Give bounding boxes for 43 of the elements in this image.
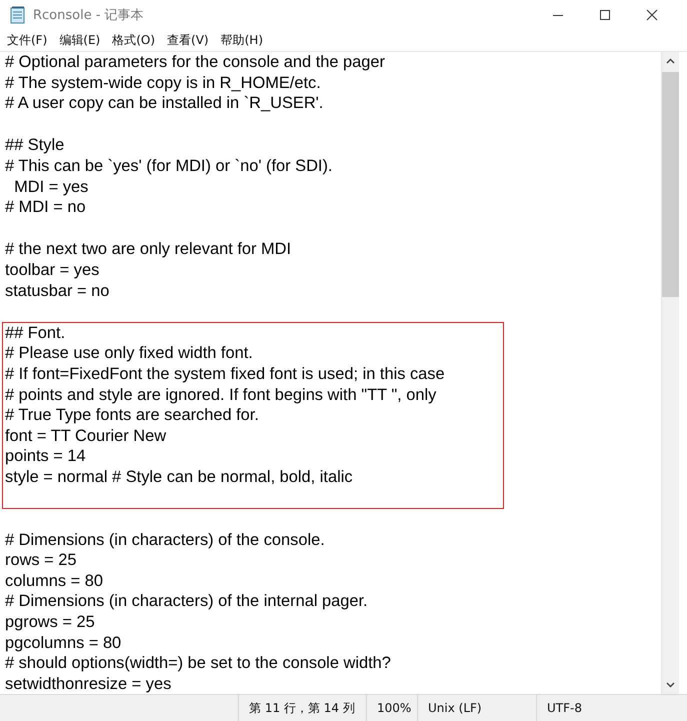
text-line: columns = 80 bbox=[5, 572, 103, 590]
scroll-down-icon[interactable] bbox=[666, 682, 675, 688]
text-line: # This can be `yes' (for MDI) or `no' (for SDI). bbox=[5, 156, 332, 175]
text-line: # Dimensions (in characters) of the internal pager. bbox=[5, 592, 368, 610]
status-text: UTF-8 bbox=[547, 701, 582, 715]
scroll-thumb[interactable] bbox=[662, 72, 679, 297]
menu-item[interactable]: 帮助(H) bbox=[220, 32, 263, 49]
text-line: style = normal # Style can be normal, bold, italic bbox=[5, 468, 353, 486]
window-title: Rconsole - 记事本 bbox=[33, 7, 144, 24]
text-line: # True Type fonts are searched for. bbox=[5, 406, 259, 424]
text-line: font = TT Courier New bbox=[5, 426, 166, 445]
text-line: # the next two are only relevant for MDI bbox=[5, 240, 292, 258]
text-line: # points and style are ignored. If font begins with "TT ", only bbox=[5, 386, 436, 404]
text-line: # should options(width=) be set to the console width? bbox=[5, 654, 391, 672]
scrollbar[interactable] bbox=[661, 52, 679, 694]
status-text: Unix (LF) bbox=[428, 701, 482, 715]
text-line: MDI = yes bbox=[13, 178, 88, 196]
text-line: ## Font. bbox=[5, 324, 66, 342]
text-line: toolbar = yes bbox=[5, 260, 100, 279]
maximize-icon[interactable] bbox=[599, 9, 611, 21]
text-line: # Please use only fixed width font. bbox=[5, 344, 253, 362]
text-line: # The system-wide copy is in R_HOME/etc. bbox=[5, 74, 321, 92]
menu-item[interactable]: 格式(O) bbox=[112, 32, 156, 49]
menu-item[interactable]: 文件(F) bbox=[7, 32, 48, 49]
text-line: pgcolumns = 80 bbox=[5, 634, 122, 652]
text-line: # Dimensions (in characters) of the console. bbox=[5, 530, 325, 549]
text-line: setwidthonresize = yes bbox=[5, 674, 172, 693]
text-line: rows = 25 bbox=[5, 551, 77, 570]
text-line: # Optional parameters for the console and the pager bbox=[5, 53, 385, 71]
text-line: ## Style bbox=[5, 136, 64, 154]
text-line: points = 14 bbox=[5, 447, 86, 466]
status-text: 第 11 行，第 14 列 bbox=[249, 700, 355, 716]
menu-item[interactable]: 编辑(E) bbox=[59, 32, 100, 49]
text-line: # MDI = no bbox=[5, 198, 86, 216]
text-line: # A user copy can be installed in `R_USER'. bbox=[5, 94, 324, 112]
text-line: pgrows = 25 bbox=[5, 613, 95, 632]
notepad-icon bbox=[10, 6, 26, 24]
status-text: 100% bbox=[377, 701, 412, 715]
menu-item[interactable]: 查看(V) bbox=[167, 32, 209, 49]
scroll-up-icon[interactable] bbox=[666, 58, 675, 64]
text-line: # If font=FixedFont the system fixed font is used; in this case bbox=[5, 364, 445, 383]
text-line: statusbar = no bbox=[5, 282, 110, 300]
close-icon[interactable] bbox=[646, 9, 658, 21]
